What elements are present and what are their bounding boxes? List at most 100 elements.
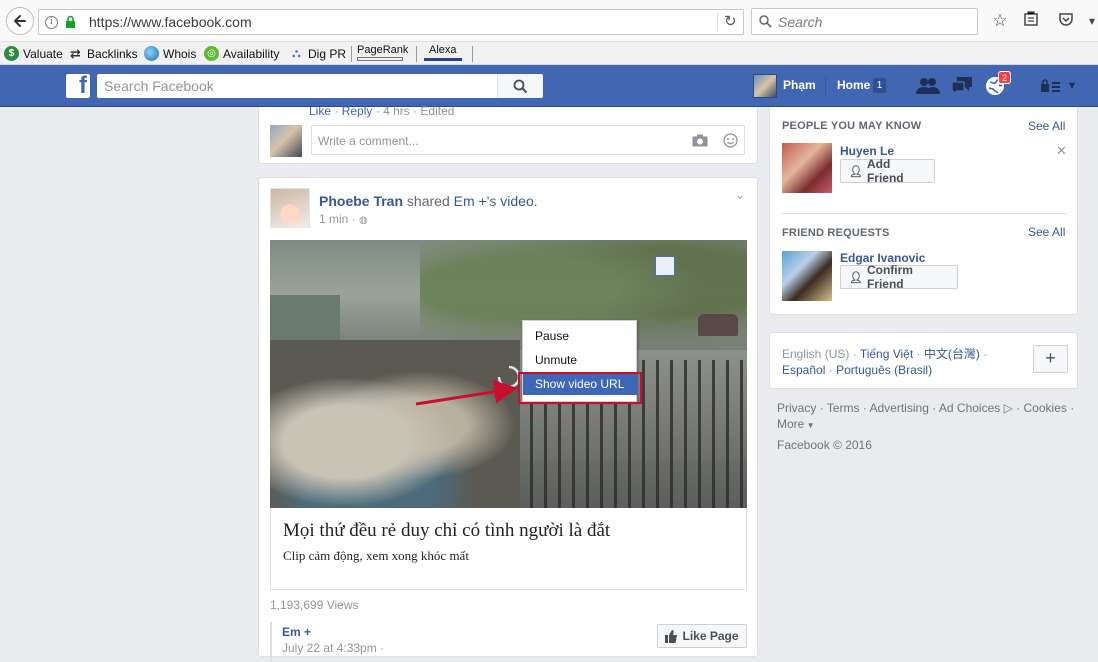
network-icon: ⛬ (292, 46, 301, 60)
bookmark-backlinks[interactable]: ⇄ Backlinks (68, 45, 138, 62)
bookmark-pagerank[interactable]: PageRank (357, 45, 408, 62)
facebook-logo[interactable]: f (66, 72, 90, 99)
facebook-search-button[interactable] (497, 74, 543, 98)
reading-list-icon[interactable] (1021, 11, 1041, 31)
bookmark-dig-pr[interactable]: ⛬ Dig PR (289, 45, 346, 62)
friend-request-avatar[interactable] (782, 251, 832, 301)
facebook-search-input[interactable]: Search Facebook (97, 74, 543, 98)
pymk-heading: PEOPLE YOU MAY KNOW (782, 120, 922, 132)
search-icon (759, 15, 772, 28)
public-globe-icon: ◍ (359, 215, 368, 226)
lock-settings-icon (1040, 79, 1060, 92)
like-page-button[interactable]: Like Page (657, 624, 747, 648)
url-bar[interactable]: i https://www.facebook.com ↻ (38, 9, 744, 35)
caret-down-icon: ▼ (804, 421, 815, 430)
search-icon (513, 79, 528, 93)
url-text[interactable]: https://www.facebook.com (89, 14, 252, 30)
language-list: English (US) · Tiếng Việt · 中文(台灣) · Esp… (782, 347, 988, 377)
shared-source-line (270, 622, 272, 662)
reload-icon[interactable]: ↻ (717, 13, 739, 31)
pymk-see-all-link[interactable]: See All (1028, 119, 1065, 133)
video-description: Clip cảm động, xem xong khóc mất (283, 548, 469, 563)
info-icon[interactable]: i (45, 16, 58, 29)
footer-more-link[interactable]: More ▼ (777, 417, 814, 431)
dollar-icon: $ (4, 46, 19, 61)
context-menu-unmute[interactable]: Unmute (523, 349, 638, 371)
source-page-time[interactable]: July 22 at 4:33pm · (282, 641, 384, 655)
browser-search-placeholder: Search (778, 14, 823, 30)
more-languages-button[interactable]: + (1033, 345, 1068, 373)
footer-privacy-link[interactable]: Privacy (777, 401, 816, 415)
comment-like-link[interactable]: Like (309, 104, 331, 118)
confirm-friend-button[interactable]: 👤︎ Confirm Friend (840, 263, 958, 291)
close-icon[interactable]: ✕ (1056, 143, 1067, 159)
bookmark-separator (472, 46, 473, 62)
commenter-avatar (270, 125, 302, 157)
add-friend-button[interactable]: 👤︎ Add Friend (840, 157, 935, 185)
post-author-avatar[interactable] (270, 188, 310, 228)
footer-advertising-link[interactable]: Advertising (870, 401, 929, 415)
video-title: Mọi thứ đều rẻ duy chỉ có tình người là … (283, 520, 611, 541)
language-link-vietnamese[interactable]: Tiếng Việt (860, 347, 913, 361)
menu-icon[interactable]: ▾ (1082, 11, 1098, 31)
post-author-link[interactable]: Phoebe Tran (319, 193, 403, 209)
pymk-name-link[interactable]: Huyen Le (840, 144, 894, 158)
arrow-left-icon (14, 15, 26, 27)
friend-requests-see-all-link[interactable]: See All (1028, 225, 1065, 239)
post-options-chevron-icon[interactable]: ⌄ (735, 188, 745, 202)
facebook-top-bar: f Search Facebook Phạm Home 1 2 ▼ (0, 65, 1098, 107)
friend-requests-icon[interactable] (916, 75, 940, 97)
bookmark-star-icon[interactable]: ☆ (990, 11, 1010, 31)
comment-meta: Like · Reply · 4 hrs · Edited (309, 104, 455, 118)
profile-name-link[interactable]: Phạm (783, 78, 816, 92)
bookmark-availability[interactable]: ◎ Availability (204, 45, 279, 62)
pagerank-bar (357, 57, 403, 61)
video-link[interactable]: video (500, 193, 533, 209)
post-timestamp[interactable]: 1 min · ◍ (319, 212, 368, 226)
source-page-link[interactable]: Em + (282, 625, 311, 639)
account-menu-button[interactable]: ▼ (1038, 75, 1080, 97)
bookmark-alexa[interactable]: Alexa (424, 45, 462, 62)
divider (782, 213, 1067, 214)
home-link[interactable]: Home (837, 78, 870, 92)
emoji-icon[interactable] (723, 133, 738, 148)
messages-icon[interactable] (950, 75, 974, 97)
shared-video-post: Phoebe Tran shared Em +'s video. 1 min ·… (258, 177, 758, 662)
language-link-portuguese[interactable]: Português (Brasil) (836, 363, 932, 377)
pymk-avatar[interactable] (782, 143, 832, 193)
language-link-spanish[interactable]: Español (782, 363, 825, 377)
magnifier-icon: ◎ (204, 46, 219, 61)
camera-icon[interactable] (692, 134, 708, 147)
back-button[interactable] (6, 7, 34, 35)
people-icon (916, 78, 940, 94)
video-caption-box[interactable]: Mọi thứ đều rẻ duy chỉ có tình người là … (270, 508, 747, 590)
profile-avatar[interactable] (753, 74, 777, 98)
thumbs-up-icon (665, 629, 678, 643)
footer-cookies-link[interactable]: Cookies (1024, 401, 1067, 415)
bookmark-whois[interactable]: Whois (144, 45, 196, 62)
browser-toolbar: i https://www.facebook.com ↻ Search ☆ ▾ (0, 0, 1098, 42)
language-link-chinese[interactable]: 中文(台灣) (924, 347, 980, 361)
pocket-icon[interactable] (1056, 11, 1076, 31)
add-person-icon: 👤︎ (849, 271, 863, 284)
browser-search-bar[interactable]: Search (751, 8, 978, 35)
comment-time: · 4 hrs · Edited (375, 104, 455, 118)
video-player[interactable] (270, 240, 747, 508)
ad-choices-icon: ▷ (1000, 401, 1013, 415)
annotation-highlight-box (518, 372, 642, 404)
language-card: English (US) · Tiếng Việt · 中文(台灣) · Esp… (769, 332, 1078, 389)
arrows-icon: ⇄ (70, 45, 81, 61)
footer-terms-link[interactable]: Terms (827, 401, 860, 415)
comment-input[interactable]: Write a comment... (311, 125, 745, 155)
shared-from-link[interactable]: Em + (454, 193, 487, 209)
bookmark-separator (416, 46, 417, 62)
footer-copyright: Facebook © 2016 (777, 438, 872, 452)
alexa-bar (424, 58, 462, 61)
facebook-search-placeholder: Search Facebook (104, 78, 214, 94)
comment-reply-link[interactable]: Reply (342, 104, 373, 118)
context-menu-pause[interactable]: Pause (523, 325, 638, 347)
comment-placeholder: Write a comment... (318, 134, 419, 148)
footer-ad-choices-link[interactable]: Ad Choices (939, 401, 1000, 415)
footer-links: Privacy · Terms · Advertising · Ad Choic… (777, 401, 1075, 431)
bookmark-valuate[interactable]: $ Valuate (4, 45, 63, 62)
